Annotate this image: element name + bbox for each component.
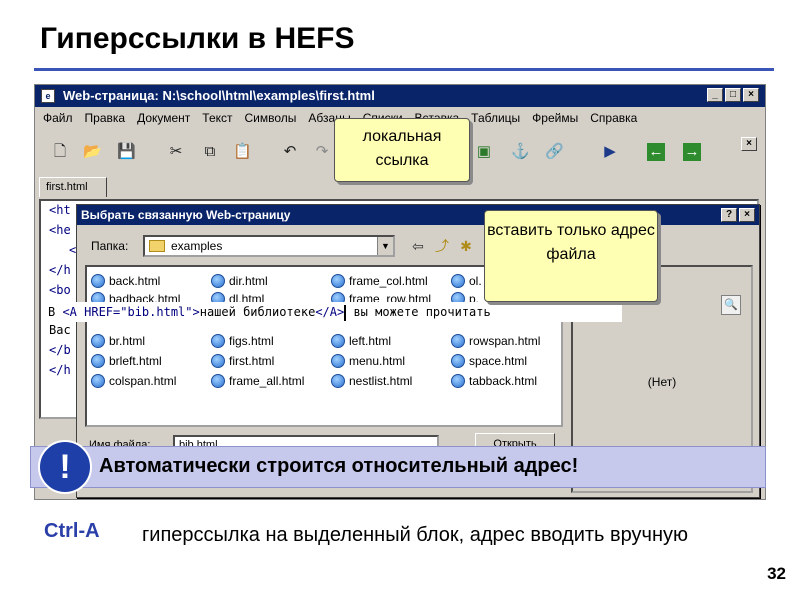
menu-help[interactable]: Справка [590, 111, 637, 125]
anchor-icon[interactable]: ⚓ [511, 143, 530, 161]
html-file-icon [331, 274, 345, 288]
folder-icon [149, 240, 165, 252]
preview-empty-label: (Нет) [647, 375, 677, 389]
html-file-icon [451, 374, 465, 388]
open-folder-icon[interactable]: 📂 [83, 143, 102, 161]
title-rule [34, 68, 774, 71]
code-line: Bac [49, 323, 71, 337]
code-link-text: нашей библиотеке [199, 305, 316, 319]
minimize-button[interactable]: _ [707, 88, 723, 102]
exclamation-icon: ! [38, 440, 92, 494]
menu-frames[interactable]: Фреймы [532, 111, 578, 125]
slide-number: 32 [767, 564, 786, 583]
back-arrow-icon[interactable]: ← [647, 143, 665, 161]
menu-document[interactable]: Документ [137, 111, 190, 125]
shortcut-key: Ctrl-A [44, 520, 100, 542]
window-title: Web-страница: N:\school\html\examples\fi… [63, 88, 375, 103]
code-suffix: вы можете прочитать [346, 305, 491, 319]
undo-icon[interactable]: ↶ [281, 143, 299, 161]
menu-tables[interactable]: Таблицы [471, 111, 520, 125]
close-button[interactable]: × [743, 88, 759, 102]
menu-symbols[interactable]: Символы [245, 111, 297, 125]
file-item[interactable]: frame_col.html [331, 273, 428, 289]
code-close-tag: </A> [315, 305, 345, 319]
back-icon[interactable]: ⇦ [409, 237, 427, 255]
file-item[interactable]: ol. [451, 273, 482, 289]
html-file-icon [91, 334, 105, 348]
file-item[interactable]: first.html [211, 353, 274, 369]
help-button[interactable]: ? [721, 208, 737, 222]
new-folder-icon[interactable]: ✱ [457, 237, 475, 255]
html-file-icon [451, 334, 465, 348]
maximize-button[interactable]: □ [725, 88, 741, 102]
file-item[interactable]: frame_all.html [211, 373, 304, 389]
file-item[interactable]: space.html [451, 353, 527, 369]
toolbar-close-button[interactable]: × [741, 137, 757, 151]
code-line: </h [49, 363, 71, 377]
image-icon[interactable]: ▣ [475, 143, 493, 161]
info-banner: Автоматически строится относительный адр… [30, 446, 766, 488]
paste-icon[interactable]: 📋 [233, 143, 252, 161]
file-item[interactable]: colspan.html [91, 373, 176, 389]
chevron-down-icon[interactable]: ▼ [377, 237, 393, 255]
file-item[interactable]: br.html [91, 333, 145, 349]
dialog-title: Выбрать связанную Web-страницу [81, 208, 291, 222]
link-file-icon[interactable]: 🔗 [545, 143, 564, 161]
html-file-icon [331, 354, 345, 368]
html-file-icon [211, 334, 225, 348]
code-line: <ht [49, 203, 71, 217]
menu-file[interactable]: Файл [43, 111, 73, 125]
code-open-tag: <A HREF="bib.html"> [62, 305, 200, 319]
menu-edit[interactable]: Правка [85, 111, 126, 125]
file-item[interactable]: figs.html [211, 333, 274, 349]
tab-first-html[interactable]: first.html [39, 177, 107, 197]
file-item[interactable]: left.html [331, 333, 391, 349]
copy-icon[interactable]: ⧉ [201, 143, 219, 161]
code-prefix: В [48, 305, 63, 319]
cut-icon[interactable]: ✂ [167, 143, 185, 161]
banner-text: Автоматически строится относительный адр… [99, 455, 579, 477]
html-file-icon [211, 354, 225, 368]
html-file-icon [211, 274, 225, 288]
html-file-icon [91, 374, 105, 388]
shortcut-description: гиперссылка на выделенный блок, адрес вв… [142, 524, 689, 546]
folder-value: examples [171, 239, 223, 253]
dialog-close-button[interactable]: × [739, 208, 755, 222]
save-icon[interactable]: 💾 [117, 143, 136, 161]
menu-text[interactable]: Текст [202, 111, 232, 125]
window-titlebar[interactable]: e Web-страница: N:\school\html\examples\… [35, 85, 765, 107]
code-snippet: В <A HREF="bib.html">нашей библиотеке</A… [44, 302, 622, 322]
play-icon[interactable]: ▶ [601, 143, 619, 161]
html-file-icon [331, 334, 345, 348]
callout-insert-address: вставить только адрес файла [484, 210, 658, 302]
app-icon: e [41, 89, 55, 103]
file-item[interactable]: rowspan.html [451, 333, 540, 349]
html-file-icon [451, 274, 465, 288]
folder-label: Папка: [91, 239, 129, 253]
file-item[interactable]: menu.html [331, 353, 405, 369]
file-item[interactable]: tabback.html [451, 373, 537, 389]
forward-arrow-icon[interactable]: → [683, 143, 701, 161]
code-line: <he [49, 223, 71, 237]
folder-select[interactable]: examples ▼ [143, 235, 395, 257]
preview-toggle-icon[interactable]: 🔍 [721, 295, 741, 315]
redo-icon[interactable]: ↷ [313, 143, 331, 161]
code-line: </h [49, 263, 71, 277]
slide-title: Гиперссылки в HEFS [40, 22, 355, 55]
html-file-icon [211, 374, 225, 388]
file-item[interactable]: brleft.html [91, 353, 162, 369]
html-file-icon [91, 274, 105, 288]
html-file-icon [91, 354, 105, 368]
html-file-icon [331, 374, 345, 388]
code-line: </b [49, 343, 71, 357]
up-folder-icon[interactable]: ⤴ [433, 237, 451, 255]
new-document-icon[interactable]: 🗋 [51, 143, 69, 161]
file-item[interactable]: back.html [91, 273, 160, 289]
callout-local-link: локальная ссылка [334, 118, 470, 182]
file-item[interactable]: nestlist.html [331, 373, 412, 389]
html-file-icon [451, 354, 465, 368]
code-line: <bo [49, 283, 71, 297]
file-item[interactable]: dir.html [211, 273, 268, 289]
